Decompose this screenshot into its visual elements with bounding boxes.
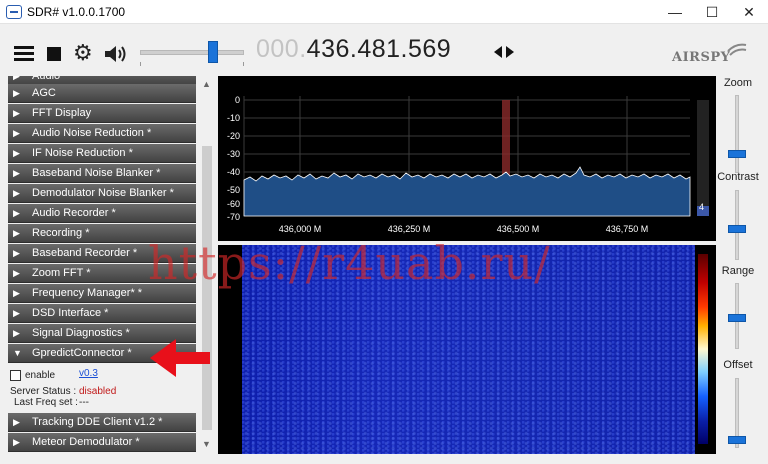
expand-arrow-icon: ▶ xyxy=(13,128,20,138)
watermark-text: https://r4uab.ru/ xyxy=(148,236,551,290)
zoom-slider-thumb[interactable] xyxy=(728,150,746,158)
expand-arrow-icon: ▶ xyxy=(13,148,20,158)
spectrum-display[interactable]: 0 -10 -20 -30 -40 -50 -60 -70 436,000 M … xyxy=(218,76,716,241)
expand-arrow-icon: ▶ xyxy=(13,168,20,178)
signal-meter-value: 4 xyxy=(699,202,705,212)
y-tick-label: 0 xyxy=(235,95,240,105)
expand-arrow-icon: ▶ xyxy=(13,288,20,298)
x-tick-label: 436,250 M xyxy=(388,224,431,234)
signal-meter xyxy=(697,100,709,216)
expand-arrow-icon: ▶ xyxy=(13,268,20,278)
plugin-header-agc[interactable]: ▶ AGC xyxy=(8,84,196,103)
plugin-header-if-noise-reduction[interactable]: ▶ IF Noise Reduction * xyxy=(8,144,196,163)
airspy-logo-text: AIRSPY xyxy=(672,50,731,65)
speaker-icon[interactable] xyxy=(103,44,127,64)
y-tick-label: -50 xyxy=(227,185,240,195)
plugin-header-tracking-dde-client[interactable]: ▶ Tracking DDE Client v1.2 * xyxy=(8,413,196,432)
expand-arrow-icon: ▶ xyxy=(13,208,20,218)
gear-icon[interactable]: ⚙ xyxy=(73,42,93,64)
volume-slider-thumb[interactable] xyxy=(208,41,218,63)
frequency-leading-digits[interactable]: 000. xyxy=(256,35,307,63)
hamburger-menu-icon[interactable] xyxy=(14,46,34,62)
volume-slider-track[interactable] xyxy=(140,50,244,55)
y-tick-label: -40 xyxy=(227,167,240,177)
zoom-label: Zoom xyxy=(723,77,753,89)
offset-slider-thumb[interactable] xyxy=(728,436,746,444)
title-bar: SDR# v1.0.0.1700 — ☐ ✕ xyxy=(0,0,768,24)
plugin-header-audio-recorder[interactable]: ▶ Audio Recorder * xyxy=(8,204,196,223)
x-tick-label: 436,500 M xyxy=(497,224,540,234)
frequency-digits[interactable]: 436.481.569 xyxy=(307,35,452,63)
volume-slider-ticks xyxy=(140,62,244,66)
stop-icon[interactable] xyxy=(47,47,61,61)
plugin-header-meteor-demodulator[interactable]: ▶ Meteor Demodulator * xyxy=(8,433,196,452)
y-tick-label: -60 xyxy=(227,199,240,209)
collapse-arrow-icon: ▼ xyxy=(13,348,22,358)
waterfall-gradient-bar xyxy=(698,254,708,444)
range-slider-thumb[interactable] xyxy=(728,314,746,322)
enable-label[interactable]: enable xyxy=(25,370,55,381)
scroll-up-icon[interactable]: ▲ xyxy=(202,79,211,89)
window-title: SDR# v1.0.0.1700 xyxy=(27,5,126,19)
expand-arrow-icon: ▶ xyxy=(13,417,20,427)
expand-arrow-icon: ▶ xyxy=(13,308,20,318)
plugin-header-fft-display[interactable]: ▶ FFT Display xyxy=(8,104,196,123)
maximize-button[interactable]: ☐ xyxy=(694,0,730,24)
last-freq-label: Last Freq set : xyxy=(14,397,78,408)
expand-arrow-icon: ▶ xyxy=(13,108,20,118)
plugin-header-dsd-interface[interactable]: ▶ DSD Interface * xyxy=(8,304,196,323)
expand-arrow-icon: ▶ xyxy=(13,248,20,258)
app-icon xyxy=(6,5,22,19)
expand-arrow-icon: ▶ xyxy=(13,228,20,238)
enable-checkbox[interactable] xyxy=(10,370,21,381)
server-status-label: Server Status : xyxy=(10,386,77,397)
range-label: Range xyxy=(721,265,755,277)
server-status-value: disabled xyxy=(79,386,117,397)
expand-arrow-icon: ▶ xyxy=(13,88,20,98)
expand-arrow-icon: ▶ xyxy=(13,188,20,198)
y-tick-label: -30 xyxy=(227,149,240,159)
offset-label: Offset xyxy=(723,359,753,371)
close-button[interactable]: ✕ xyxy=(731,0,767,24)
annotation-arrow-icon xyxy=(150,339,210,377)
spectrum-trace xyxy=(243,166,691,217)
y-tick-label: -10 xyxy=(227,113,240,123)
last-freq-value: --- xyxy=(79,397,89,408)
expand-arrow-icon: ▶ xyxy=(13,437,20,447)
minimize-button[interactable]: — xyxy=(657,0,693,24)
tune-arrows-icon[interactable] xyxy=(492,42,516,62)
x-tick-label: 436,750 M xyxy=(606,224,649,234)
plugin-header-audio-noise-reduction[interactable]: ▶ Audio Noise Reduction * xyxy=(8,124,196,143)
zoom-slider-track[interactable] xyxy=(735,95,739,173)
contrast-label: Contrast xyxy=(717,171,759,183)
version-link[interactable]: v0.3 xyxy=(79,368,98,379)
expand-arrow-icon: ▶ xyxy=(13,328,20,338)
y-tick-label: -20 xyxy=(227,131,240,141)
contrast-slider-thumb[interactable] xyxy=(728,225,746,233)
frequency-display[interactable]: 000.436.481.569 xyxy=(256,35,451,64)
y-tick-label: -70 xyxy=(227,212,240,222)
sdr-sharp-window: SDR# v1.0.0.1700 — ☐ ✕ ⚙ 000.436.481.569… xyxy=(0,0,768,464)
plugin-header-baseband-noise-blanker[interactable]: ▶ Baseband Noise Blanker * xyxy=(8,164,196,183)
scroll-down-icon[interactable]: ▼ xyxy=(202,439,211,449)
x-tick-label: 436,000 M xyxy=(279,224,322,234)
plugin-header-demodulator-noise-blanker[interactable]: ▶ Demodulator Noise Blanker * xyxy=(8,184,196,203)
